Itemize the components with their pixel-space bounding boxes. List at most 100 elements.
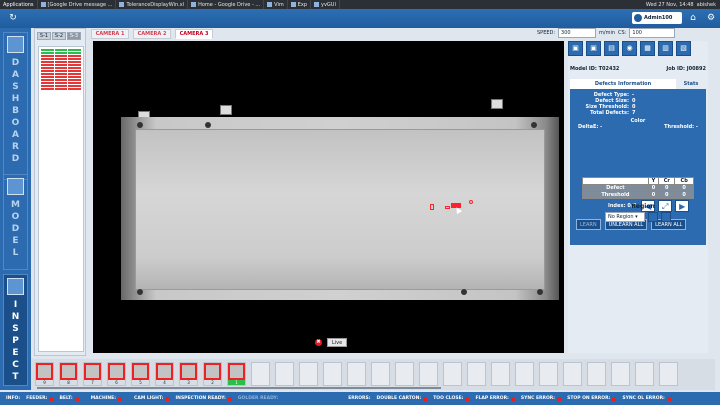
model-id: Model ID: T02432 [570, 66, 620, 72]
panel-hole [137, 122, 143, 128]
camera-icon[interactable]: ◉ [622, 41, 637, 56]
sensor-bar-2 [54, 49, 68, 349]
speed-input[interactable]: 300 [558, 28, 597, 38]
live-button[interactable]: Live [327, 338, 348, 347]
sensor-block [41, 55, 54, 57]
thumbnail-empty [563, 362, 582, 386]
thumbnail-empty [395, 362, 414, 386]
region-block: Region No Region ▾ [568, 203, 708, 222]
taskbar-item[interactable]: Vim [264, 0, 288, 9]
thumbnail-6[interactable]: 6 [107, 362, 126, 386]
nav-dashboard[interactable]: DASHBOARD [3, 32, 28, 180]
nav-letter: H [11, 94, 20, 104]
thumbnail-scrollbar[interactable] [37, 387, 441, 389]
tab-camera-3[interactable]: CAMERA 3 [175, 29, 213, 39]
tab-camera-2[interactable]: CAMERA 2 [133, 29, 171, 39]
tab-camera-1[interactable]: CAMERA 1 [91, 29, 129, 39]
thumbnail-3[interactable]: 3 [179, 362, 198, 386]
clock: Wed 27 Nov, 14:48 [645, 1, 694, 8]
nav-model[interactable]: MODEL [3, 174, 28, 270]
live-controls: ✖ Live [315, 338, 348, 347]
home-icon[interactable]: ⌂ [688, 13, 698, 23]
thumbnail-empty [539, 362, 558, 386]
sensor-block [68, 82, 82, 84]
save-icon[interactable]: ▣ [568, 41, 583, 56]
region-delete-button[interactable] [661, 212, 671, 222]
defect-marker[interactable] [445, 206, 450, 209]
save-all-icon[interactable]: ▣ [586, 41, 601, 56]
nav-letter: S [12, 324, 19, 334]
fixture-peg [220, 105, 232, 115]
close-live-icon[interactable]: ✖ [315, 339, 322, 346]
thumbnail-1[interactable]: 1 [227, 362, 246, 386]
model-cube-icon [7, 178, 24, 195]
taskbar-item[interactable]: yvGUI [311, 0, 340, 9]
thumbnail-8[interactable]: 8 [59, 362, 78, 386]
speed-controls: SPEED: 300 m/min CS: 100 [537, 28, 676, 38]
sensor-bars [38, 46, 84, 352]
status-led [227, 396, 232, 401]
camera-view[interactable]: ✖ Live [93, 41, 564, 353]
color-threshold-row: DeltaE: - Threshold: - [570, 124, 706, 130]
login-user-box[interactable]: Admin100 [632, 12, 682, 24]
sensor-block [68, 70, 82, 72]
gear-icon[interactable]: ⚙ [706, 13, 716, 23]
taskbar-item[interactable]: ToleranceDisplayWin.xl [116, 0, 189, 9]
thumbnail-2[interactable]: 2 [203, 362, 222, 386]
status-machine: MACHINE: [91, 396, 123, 401]
os-user[interactable]: abishek [697, 2, 720, 8]
status-inspection-ready: INSPECTION READY: [176, 396, 232, 401]
nav-letter: O [11, 118, 20, 128]
tab-defects-information[interactable]: Defects Information [570, 79, 676, 89]
status-led [612, 396, 617, 401]
thumbnail-5[interactable]: 5 [131, 362, 150, 386]
sensor-block [54, 55, 68, 57]
sensor-block [41, 76, 54, 78]
nav-letter: O [11, 212, 20, 222]
taskbar-item[interactable]: Exp [288, 0, 312, 9]
deltae-label: DeltaE: - [578, 124, 603, 130]
tab-s3[interactable]: S-3 [67, 32, 81, 40]
os-taskbar: Applications [Google Drive message ... T… [0, 0, 720, 9]
status-sync-ol-error: SYNC OL ERROR: [622, 396, 671, 401]
window-icon [314, 2, 320, 7]
region-select[interactable]: No Region ▾ [605, 212, 645, 222]
thumbnail-7[interactable]: 7 [83, 362, 102, 386]
thumbnail-empty [611, 362, 630, 386]
tab-stats[interactable]: Stats [676, 79, 706, 89]
table-row: Defect 0 0 0 [582, 184, 694, 192]
sensor-block [41, 82, 54, 84]
thumbnail-empty [467, 362, 486, 386]
sensor-block [41, 67, 54, 69]
taskbar-item[interactable]: Home - Google Drive - ... [188, 0, 265, 9]
thumbnail-9[interactable]: 9 [35, 362, 54, 386]
nav-inspect[interactable]: INSPECT [3, 274, 28, 386]
sensor-block [41, 70, 54, 72]
defect-marker[interactable] [469, 200, 473, 204]
tab-s2[interactable]: S-2 [52, 32, 66, 40]
thumbnail-empty [299, 362, 318, 386]
nav-letter: S [12, 82, 19, 92]
defect-marker[interactable] [430, 204, 434, 210]
region-edit-button[interactable] [648, 212, 658, 222]
sensor-block [54, 64, 68, 66]
tab-s1[interactable]: S-1 [37, 32, 51, 40]
window-icon [119, 2, 125, 7]
export-icon[interactable]: ▤ [604, 41, 619, 56]
report-icon[interactable]: ▥ [658, 41, 673, 56]
cs-input[interactable]: 100 [629, 28, 676, 38]
sensor-block [54, 88, 68, 90]
sensor-block [54, 70, 68, 72]
sensor-block [68, 52, 82, 54]
nav-letter: P [12, 336, 19, 346]
refresh-icon[interactable]: ↻ [8, 13, 18, 23]
image-icon[interactable]: ▦ [640, 41, 655, 56]
settings-doc-icon[interactable]: ▧ [676, 41, 691, 56]
nav-letter: T [12, 372, 19, 382]
thumbnail-4[interactable]: 4 [155, 362, 174, 386]
sensor-block [54, 76, 68, 78]
sensor-bar-1 [41, 49, 54, 349]
taskbar-item[interactable]: [Google Drive message ... [38, 0, 117, 9]
status-info: INFO: [6, 396, 21, 401]
applications-menu[interactable]: Applications [0, 0, 38, 9]
